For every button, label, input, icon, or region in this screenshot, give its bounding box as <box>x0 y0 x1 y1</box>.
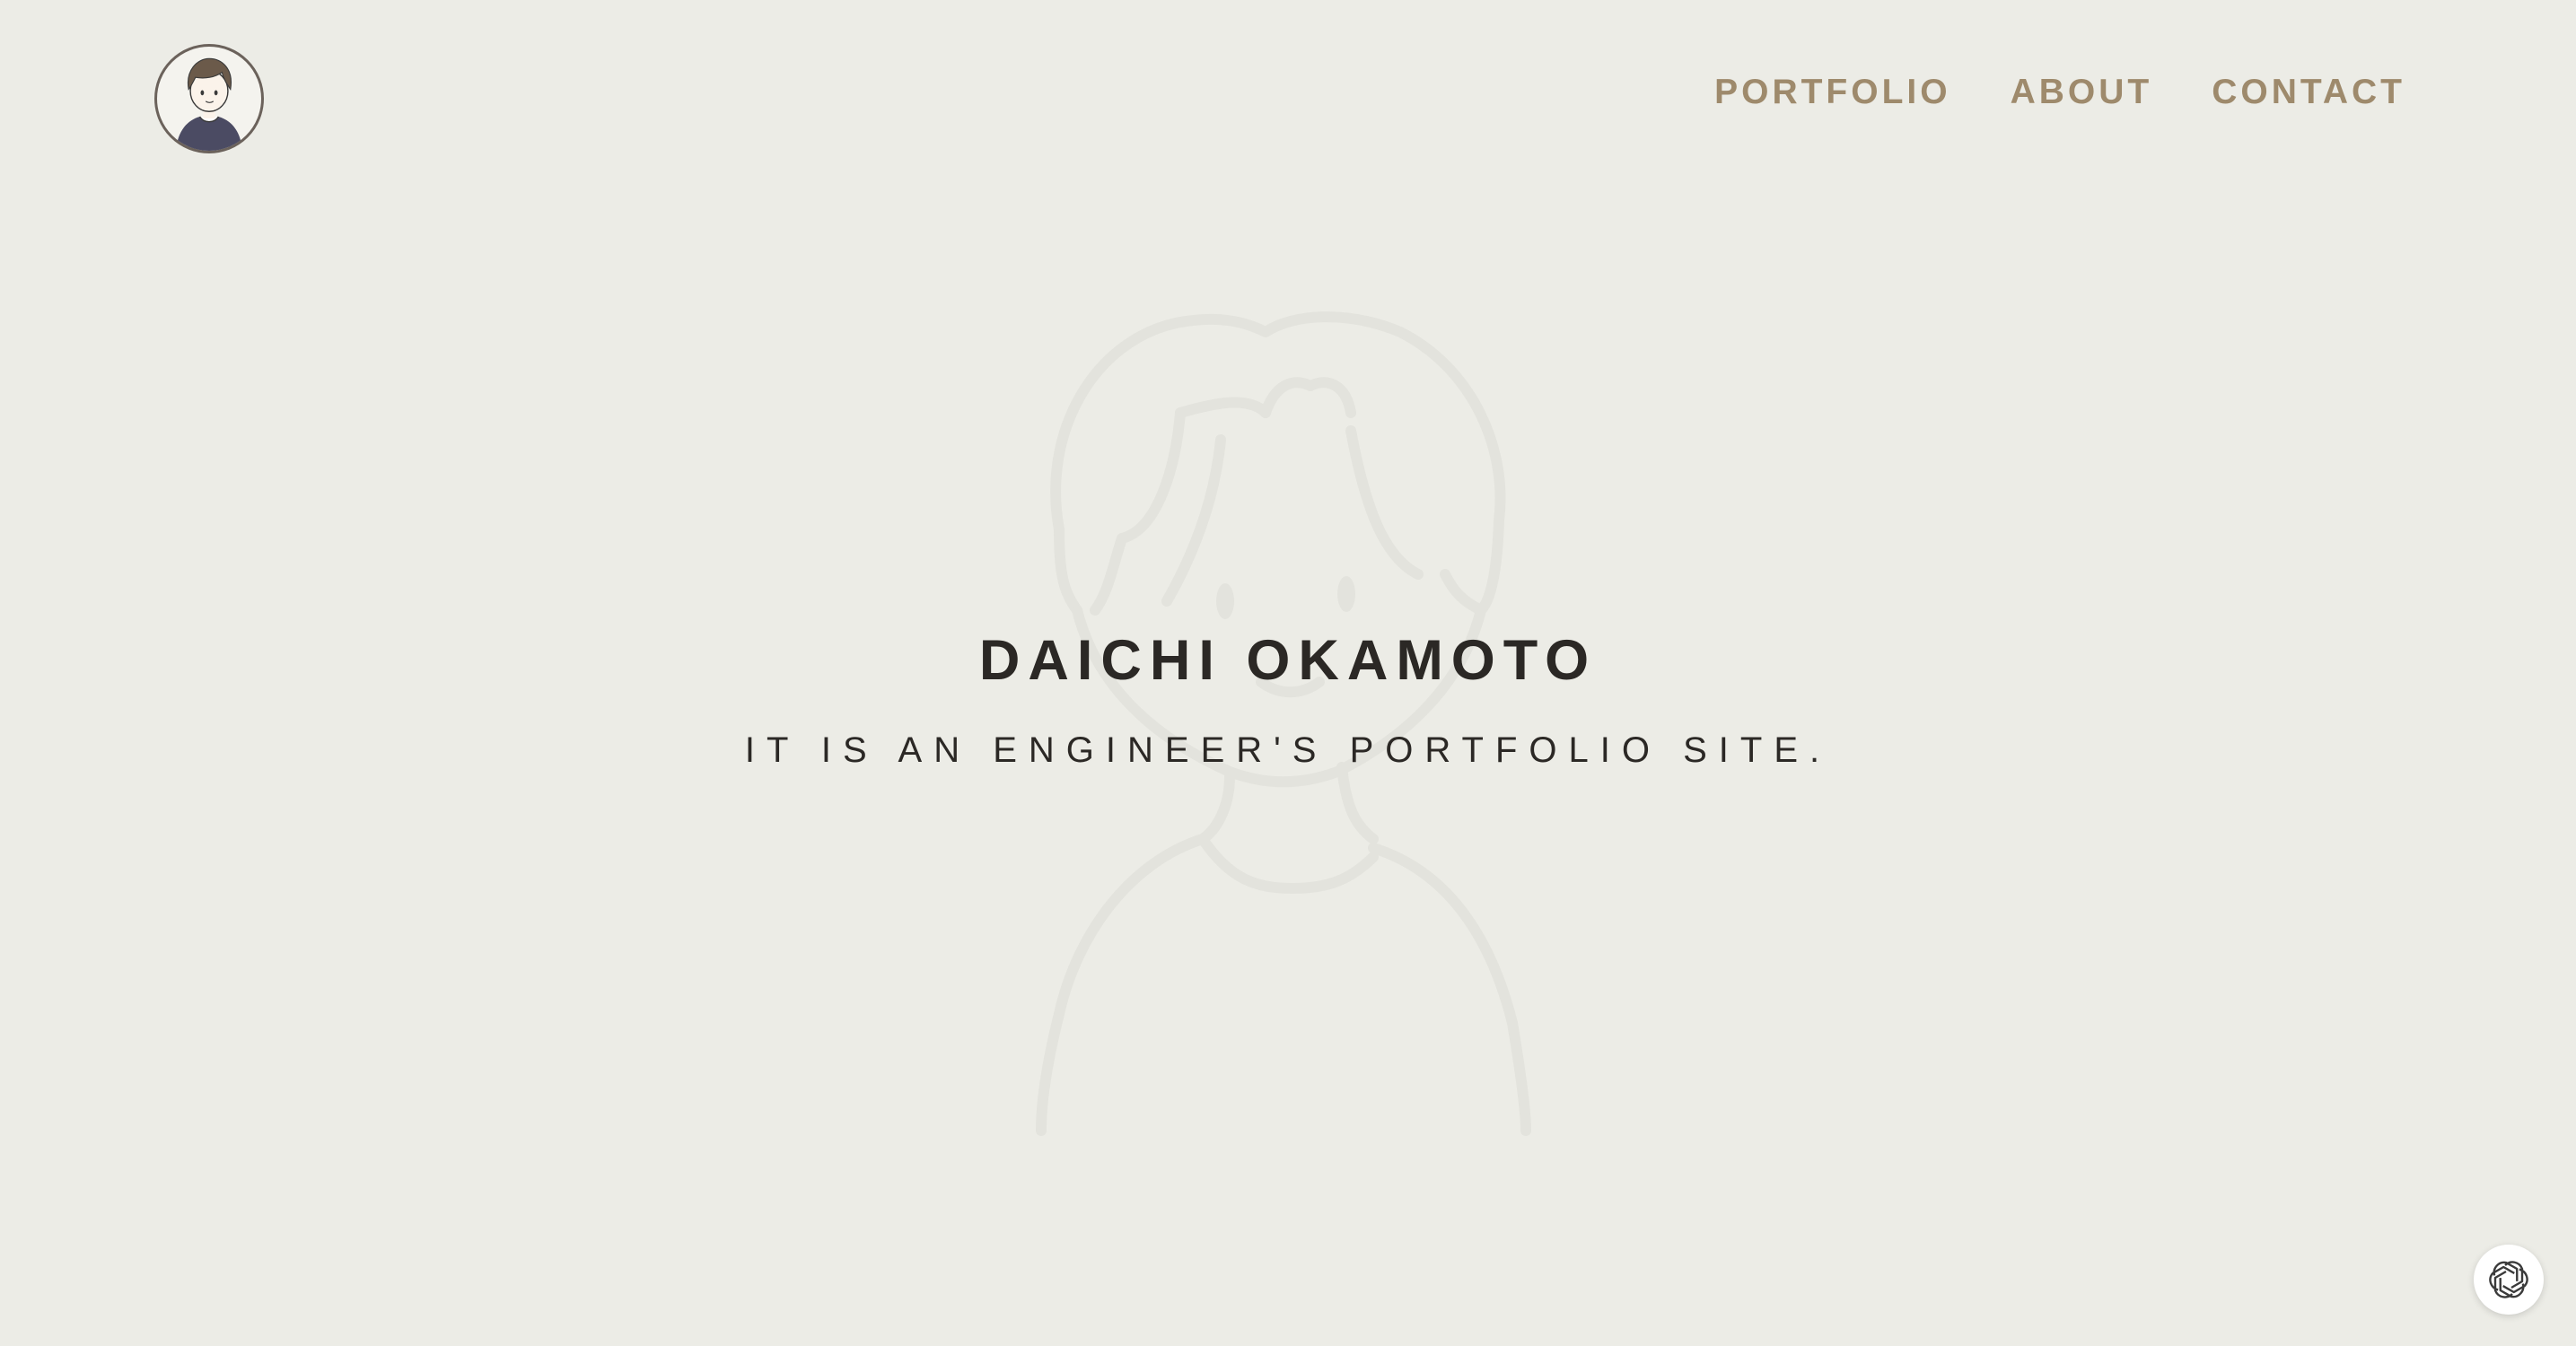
nav-contact-link[interactable]: CONTACT <box>2212 74 2405 109</box>
hero-subtitle: IT IS AN ENGINEER'S PORTFOLIO SITE. <box>744 730 1832 770</box>
logo-avatar[interactable] <box>154 44 264 153</box>
chat-button[interactable] <box>2474 1245 2544 1315</box>
main-nav: PORTFOLIO ABOUT CONTACT <box>1714 74 2405 109</box>
nav-about-link[interactable]: ABOUT <box>2011 74 2153 109</box>
avatar-icon <box>175 57 243 151</box>
background-portrait-illustration <box>1036 311 1531 1136</box>
hero-title: DAICHI OKAMOTO <box>978 629 1598 692</box>
chatgpt-icon <box>2489 1261 2528 1298</box>
page: PORTFOLIO ABOUT CONTACT DAICHI OKAMOTO I… <box>0 0 2576 1346</box>
nav-portfolio-link[interactable]: PORTFOLIO <box>1714 74 1951 109</box>
